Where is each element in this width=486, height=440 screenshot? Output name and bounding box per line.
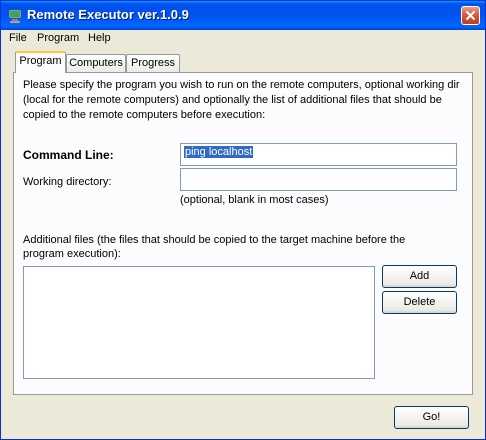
add-button[interactable]: Add xyxy=(382,265,457,288)
delete-button[interactable]: Delete xyxy=(382,291,457,314)
tab-computers[interactable]: Computers xyxy=(66,54,126,72)
program-description: Please specify the program you wish to r… xyxy=(23,79,460,121)
tab-strip: Program Computers Progress xyxy=(1,51,485,73)
program-tab-panel: Please specify the program you wish to r… xyxy=(13,72,473,395)
command-line-label: Command Line: xyxy=(23,148,114,162)
tab-progress[interactable]: Progress xyxy=(126,54,180,72)
close-button[interactable] xyxy=(461,6,480,25)
app-icon xyxy=(8,9,22,24)
working-directory-hint: (optional, blank in most cases) xyxy=(180,194,329,206)
command-line-value: ping localhost xyxy=(184,146,254,158)
title-bar[interactable]: Remote Executor ver.1.0.9 xyxy=(1,1,485,30)
menu-bar: File Program Help xyxy=(1,30,485,47)
go-button[interactable]: Go! xyxy=(394,406,469,429)
additional-files-list[interactable] xyxy=(23,266,375,379)
window-title: Remote Executor ver.1.0.9 xyxy=(27,7,189,22)
working-directory-label: Working directory: xyxy=(23,176,112,188)
working-directory-input[interactable] xyxy=(180,168,457,191)
menu-help[interactable]: Help xyxy=(88,32,111,44)
menu-program[interactable]: Program xyxy=(37,32,79,44)
close-icon xyxy=(465,10,476,21)
command-line-input[interactable]: ping localhost xyxy=(180,143,457,166)
menu-file[interactable]: File xyxy=(9,32,27,44)
tab-program[interactable]: Program xyxy=(15,51,66,73)
app-window: Remote Executor ver.1.0.9 File Program H… xyxy=(0,0,486,440)
additional-files-label: Additional files (the files that should … xyxy=(23,234,406,260)
